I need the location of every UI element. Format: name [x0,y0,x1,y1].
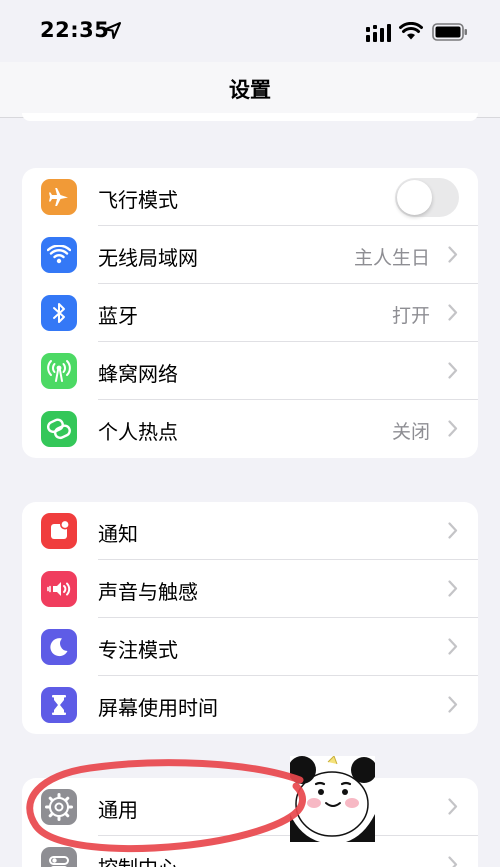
navigation-bar: 设置 [0,62,500,121]
chevron-right-icon [448,522,458,539]
hourglass-icon [41,687,77,723]
wifi-icon [41,237,77,273]
general-label: 通用 [98,798,138,822]
settings-row-screen-time[interactable]: 屏幕使用时间 [22,676,478,734]
panda-sticker [290,756,375,842]
settings-row-general[interactable]: 通用 [22,778,478,836]
bluetooth-value: 打开 [391,305,430,327]
chevron-right-icon [448,696,458,713]
settings-row-notifications[interactable]: 通知 [22,502,478,560]
bluetooth-icon [41,295,77,331]
moon-icon [41,629,77,665]
settings-row-airplane-mode[interactable]: 飞行模式 [22,168,478,226]
gear-icon [41,789,77,825]
chevron-right-icon [448,362,458,379]
focus-label: 专注模式 [98,638,178,662]
battery-icon [432,23,467,41]
hotspot-label: 个人热点 [98,420,178,444]
chevron-right-icon [448,420,458,437]
settings-row-control-center[interactable]: 控制中心 [22,836,478,867]
settings-row-sounds-haptics[interactable]: 声音与触感 [22,560,478,618]
settings-row-cellular[interactable]: 蜂窝网络 [22,342,478,400]
chevron-right-icon [448,638,458,655]
screen-time-label: 屏幕使用时间 [98,696,218,720]
chevron-right-icon [448,246,458,263]
wifi-signal-icon [399,22,423,40]
control-center-label: 控制中心 [98,852,178,867]
settings-row-wifi[interactable]: 无线局域网 主人生日 [22,226,478,284]
airplane-mode-label: 飞行模式 [98,188,178,212]
cellular-antenna-icon [41,353,77,389]
toggle-knob [397,180,432,215]
chevron-right-icon [448,580,458,597]
chevron-right-icon [448,798,458,815]
settings-row-bluetooth[interactable]: 蓝牙 打开 [22,284,478,342]
sounds-label: 声音与触感 [98,580,198,604]
settings-row-hotspot[interactable]: 个人热点 关闭 [22,400,478,458]
hotspot-value: 关闭 [391,421,430,443]
settings-row-focus[interactable]: 专注模式 [22,618,478,676]
chevron-right-icon [448,856,458,867]
settings-group-notifications: 通知 声音与触感 专注模式 屏幕使用时间 [22,502,478,734]
cellular-label: 蜂窝网络 [98,362,178,386]
status-bar: 22:35 [0,0,500,62]
control-center-toggles-icon [41,847,77,867]
bluetooth-label: 蓝牙 [98,304,138,328]
page-title: 设置 [229,78,271,102]
wifi-label: 无线局域网 [98,246,198,270]
wifi-value: 主人生日 [353,247,430,269]
settings-group-connectivity: 飞行模式 无线局域网 主人生日 蓝牙 打开 蜂窝网络 个人热点 关闭 [22,168,478,458]
speaker-icon [41,571,77,607]
location-arrow-icon [104,22,121,39]
chevron-right-icon [448,304,458,321]
hotspot-chain-icon [41,411,77,447]
notification-bell-icon [41,513,77,549]
scrolled-group-edge [22,113,478,121]
cellular-signal-icon [366,24,391,42]
airplane-icon [41,179,77,215]
status-time: 22:35 [40,18,110,42]
notifications-label: 通知 [98,522,138,546]
airplane-mode-toggle[interactable] [395,178,459,217]
settings-group-system: 通用 控制中心 [22,778,478,867]
